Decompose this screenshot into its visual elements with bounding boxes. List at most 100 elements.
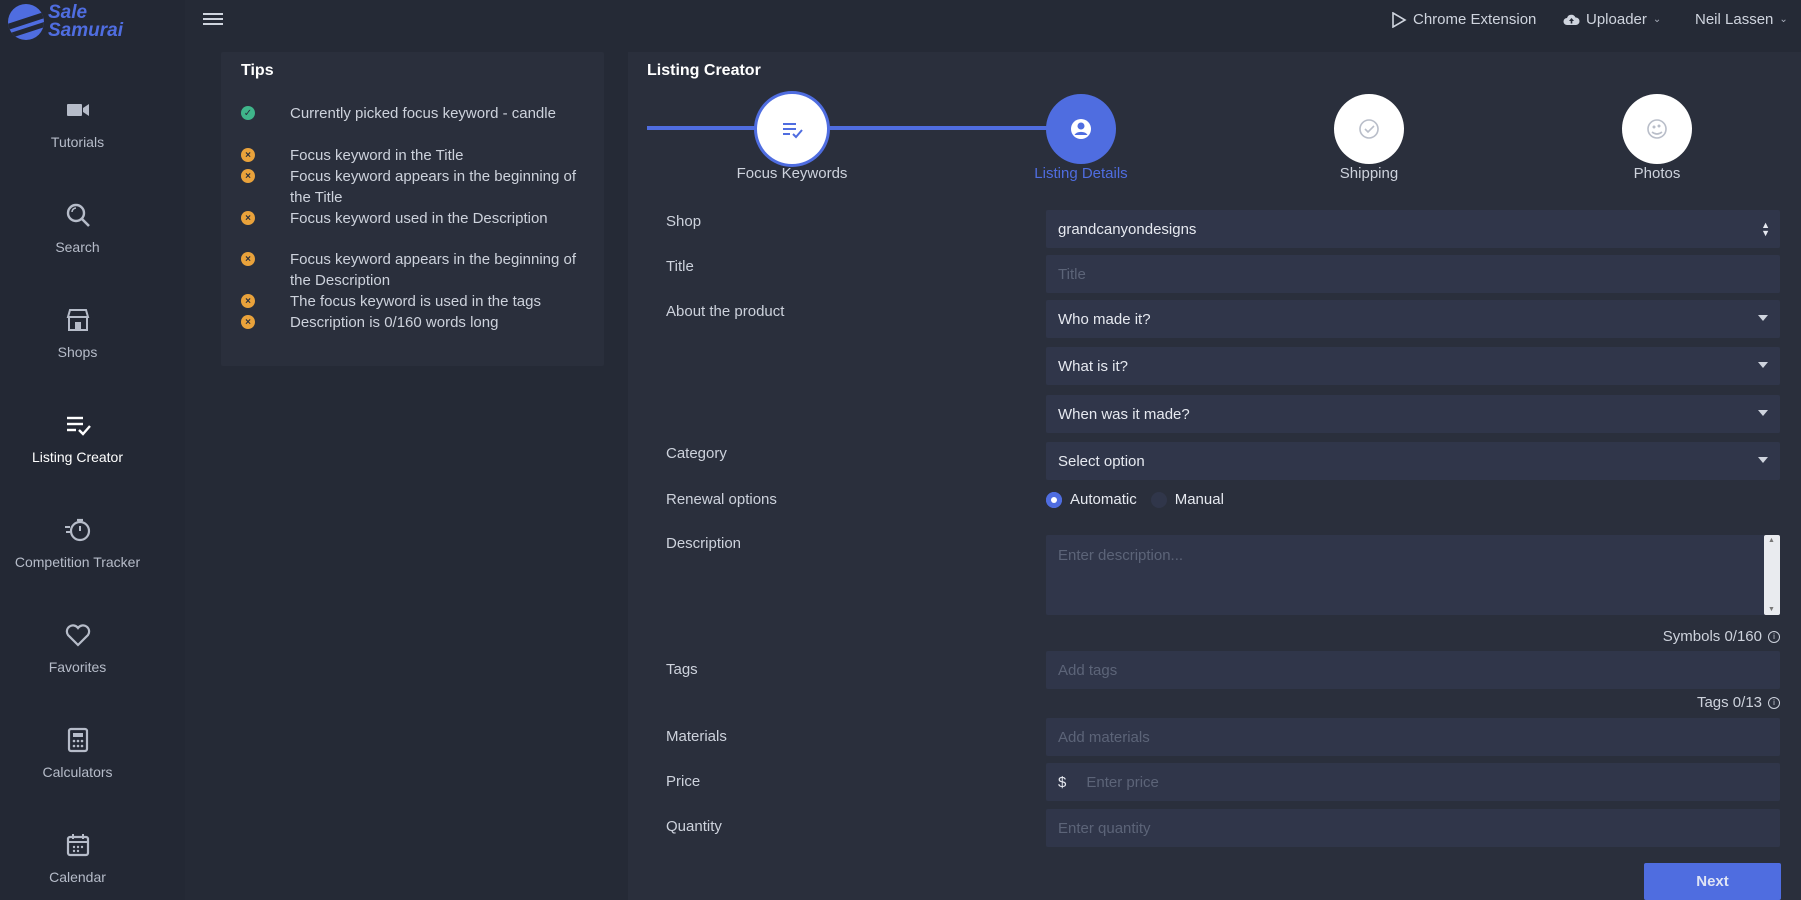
sidebar-item-shops[interactable]: Shops [0, 306, 155, 360]
photo-icon [1647, 119, 1667, 139]
samurai-logo-icon [8, 4, 44, 40]
dollar-prefix: $ [1058, 773, 1067, 791]
step-shipping[interactable] [1334, 94, 1404, 164]
stopwatch-icon [64, 518, 90, 542]
page-title: Listing Creator [647, 62, 761, 79]
renewal-manual-label[interactable]: Manual [1175, 491, 1224, 508]
who-made-select[interactable]: Who made it? [1046, 300, 1780, 338]
uploader-dropdown[interactable]: Uploader ⌄ [1563, 11, 1661, 28]
shop-icon [66, 309, 89, 331]
caret-down-icon [1758, 457, 1768, 463]
materials-input[interactable]: Add materials [1046, 718, 1780, 756]
caret-down-icon [1758, 315, 1768, 321]
tips-panel: Tips ✓ Currently picked focus keyword - … [221, 52, 604, 366]
video-camera-icon [66, 104, 89, 116]
category-select[interactable]: Select option [1046, 442, 1780, 480]
tags-label: Tags [666, 661, 698, 678]
tip-item: × Focus keyword appears in the beginning… [241, 249, 591, 291]
step-listing-details[interactable] [1046, 94, 1116, 164]
tip-item: × Focus keyword used in the Description [241, 208, 591, 229]
next-button[interactable]: Next [1644, 863, 1781, 900]
cloud-upload-icon [1563, 14, 1580, 25]
quantity-label: Quantity [666, 818, 722, 835]
x-circle-icon: × [241, 169, 255, 183]
price-label: Price [666, 773, 701, 790]
step-label-photos[interactable]: Photos [1557, 165, 1757, 182]
renewal-automatic-radio[interactable] [1046, 491, 1062, 508]
check-circle-icon [1359, 119, 1379, 139]
hamburger-menu-icon[interactable] [203, 10, 223, 30]
title-label: Title [666, 258, 694, 275]
tips-title: Tips [241, 62, 274, 79]
renewal-options-group: Automatic Manual [1046, 491, 1224, 508]
step-focus-keywords[interactable] [757, 94, 827, 164]
tags-counter: Tags 0/13 i [1697, 694, 1780, 711]
tip-item: × Focus keyword in the Title [241, 145, 591, 166]
sidebar-item-label: Tutorials [50, 134, 105, 150]
x-circle-icon: × [241, 294, 255, 308]
chrome-extension-link[interactable]: Chrome Extension [1391, 11, 1536, 28]
renewal-manual-radio[interactable] [1150, 491, 1167, 508]
step-label-listing-details[interactable]: Listing Details [981, 165, 1181, 182]
sidebar-item-search[interactable]: Search [0, 201, 155, 255]
chrome-extension-label: Chrome Extension [1413, 11, 1537, 28]
brand-logo[interactable]: Sale Samurai [8, 2, 123, 42]
step-photos[interactable] [1622, 94, 1692, 164]
description-textarea[interactable]: Enter description... [1046, 535, 1780, 615]
user-circle-icon [1071, 119, 1091, 139]
sidebar-item-label: Calculators [42, 764, 113, 780]
sidebar-item-calculators[interactable]: Calculators [0, 726, 155, 780]
calculator-icon [67, 727, 88, 753]
when-made-select[interactable]: When was it made? [1046, 395, 1780, 433]
sidebar-item-listing-creator[interactable]: Listing Creator [0, 411, 155, 465]
heart-icon [65, 624, 90, 647]
symbols-counter: Symbols 0/160 i [1663, 628, 1780, 645]
calendar-icon [66, 834, 89, 857]
sidebar-item-label: Calendar [49, 869, 106, 885]
play-store-icon [1392, 11, 1407, 28]
brand-line-2: Samurai [48, 20, 123, 41]
user-name: Neil Lassen [1695, 11, 1774, 28]
step-label-shipping[interactable]: Shipping [1269, 165, 1469, 182]
info-icon[interactable]: i [1768, 696, 1780, 709]
tip-item: × The focus keyword is used in the tags [241, 291, 591, 312]
shop-select[interactable]: grandcanyondesigns ▲ ▼ [1046, 210, 1780, 248]
sidebar-item-label: Listing Creator [31, 449, 124, 465]
step-label-focus-keywords[interactable]: Focus Keywords [692, 165, 892, 182]
sidebar-item-label: Competition Tracker [14, 554, 141, 570]
list-check-icon [783, 123, 803, 139]
sidebar-item-tutorials[interactable]: Tutorials [0, 96, 155, 150]
description-label: Description [666, 535, 742, 552]
x-circle-icon: × [241, 315, 255, 329]
title-input[interactable]: Title [1046, 255, 1780, 293]
category-label: Category [666, 445, 727, 462]
price-input[interactable]: $ Enter price [1046, 763, 1780, 801]
chevron-down-icon: ⌄ [1779, 14, 1788, 25]
list-check-icon [66, 416, 91, 436]
shop-label: Shop [666, 213, 702, 230]
tags-input[interactable]: Add tags [1046, 651, 1780, 689]
caret-down-icon [1758, 362, 1768, 368]
uploader-label: Uploader [1586, 11, 1647, 28]
tip-item: ✓ Currently picked focus keyword - candl… [241, 103, 591, 124]
quantity-input[interactable]: Enter quantity [1046, 809, 1780, 847]
sidebar: Sale Samurai Tutorials Search Shops List… [0, 0, 185, 900]
sidebar-item-favorites[interactable]: Favorites [0, 621, 155, 675]
what-is-it-select[interactable]: What is it? [1046, 347, 1780, 385]
topbar: Chrome Extension Uploader ⌄ Neil Lassen … [185, 0, 1801, 46]
listing-creator-panel: Listing Creator Focus Keywords Listing D… [628, 52, 1801, 900]
tip-item: × Focus keyword appears in the beginning… [241, 166, 591, 208]
materials-label: Materials [666, 728, 727, 745]
sidebar-item-label: Shops [57, 344, 98, 360]
check-circle-icon: ✓ [241, 106, 255, 120]
renewal-automatic-label[interactable]: Automatic [1070, 491, 1137, 508]
tip-item: × Description is 0/160 words long [241, 312, 591, 333]
search-icon [66, 203, 90, 227]
info-icon[interactable]: i [1768, 630, 1780, 643]
sidebar-item-competition-tracker[interactable]: Competition Tracker [0, 516, 155, 570]
description-scrollbar[interactable] [1764, 535, 1780, 615]
user-menu[interactable]: Neil Lassen ⌄ [1695, 11, 1788, 28]
sidebar-item-calendar[interactable]: Calendar [0, 831, 155, 885]
sort-arrows-icon: ▲ ▼ [1761, 220, 1770, 238]
caret-down-icon [1758, 410, 1768, 416]
